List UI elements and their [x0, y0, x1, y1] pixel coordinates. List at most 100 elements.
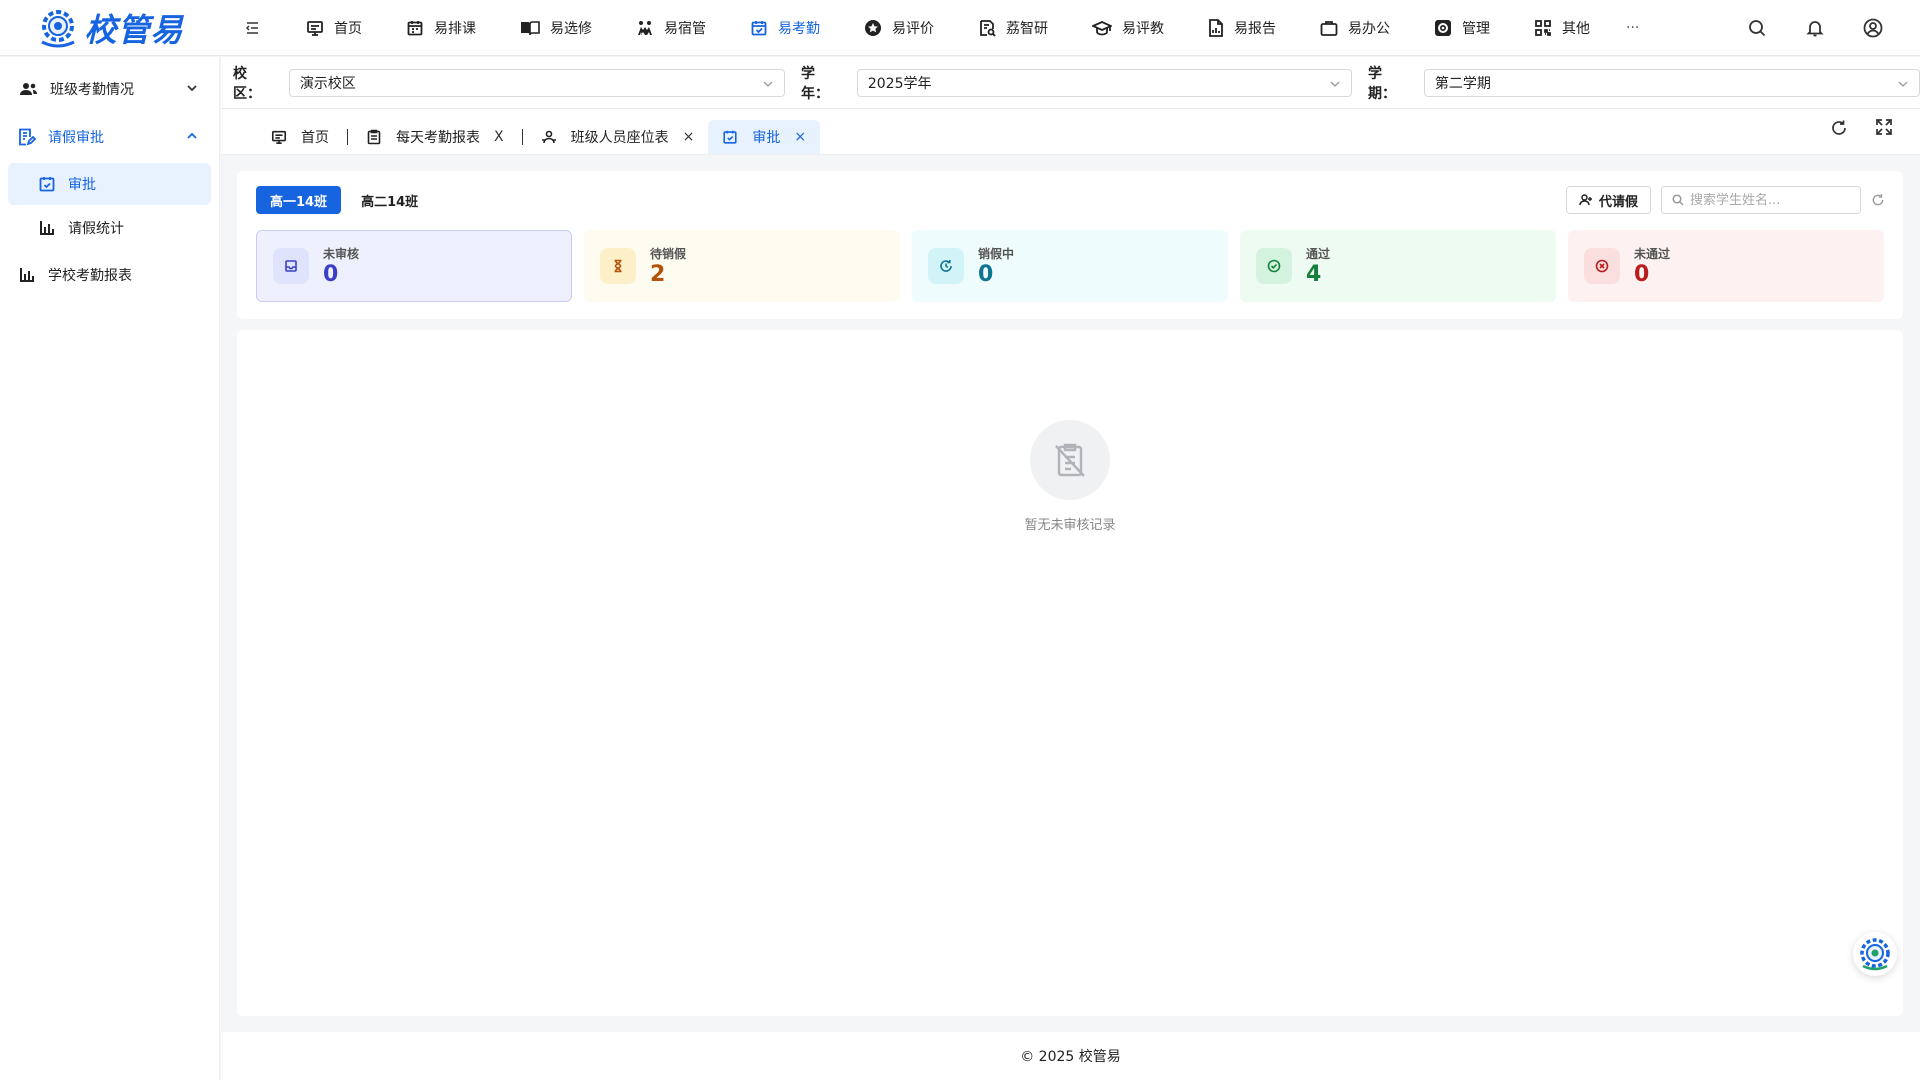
leave-summary-card: 高一14班 高二14班 代请假 未审核 0 待销假	[237, 171, 1903, 319]
bell-icon	[1806, 20, 1824, 36]
research-icon	[980, 19, 996, 37]
refresh-icon[interactable]	[1871, 193, 1885, 207]
stat-card-approved[interactable]: 通过 4	[1240, 230, 1556, 302]
calendar-icon	[407, 20, 423, 35]
year-value: 2025学年	[867, 75, 932, 92]
stat-card-rejected[interactable]: 未通过 0	[1568, 230, 1884, 302]
nav-label: 其他	[1562, 20, 1590, 37]
floating-assistant-button[interactable]	[1853, 932, 1897, 976]
year-label: 学年：	[801, 65, 829, 102]
nav-item-electives[interactable]: 易选修	[498, 0, 614, 56]
nav-item-scheduling[interactable]: 易排课	[384, 0, 498, 56]
nav-item-office[interactable]: 易办公	[1298, 0, 1412, 56]
tab-class-seating-chart[interactable]: 班级人员座位表 ×	[527, 120, 709, 154]
sidebar-item-school-report[interactable]: 学校考勤报表	[0, 251, 219, 299]
sidebar-item-class-attendance[interactable]: 班级考勤情况	[0, 65, 219, 113]
tab-approval[interactable]: 审批 ×	[708, 120, 821, 154]
campus-select[interactable]: 演示校区	[288, 68, 785, 97]
stat-card-returning[interactable]: 销假中 0	[912, 230, 1228, 302]
stat-card-awaiting-return[interactable]: 待销假 2	[584, 230, 900, 302]
class-selector: 高一14班 高二14班	[256, 186, 432, 214]
app-logo[interactable]: 校管易	[0, 0, 220, 56]
document-edit-icon	[19, 128, 36, 146]
nav-item-teaching-eval[interactable]: 易评教	[1070, 0, 1186, 56]
nav-item-dormitory[interactable]: 易宿管	[614, 0, 728, 56]
calendar-check-icon	[751, 20, 767, 35]
chevron-down-icon	[763, 81, 773, 87]
class-tab-2[interactable]: 高二14班	[347, 186, 432, 214]
sidebar-item-leave-stats[interactable]: 请假统计	[8, 207, 211, 249]
nav-item-attendance[interactable]: 易考勤	[728, 0, 842, 56]
collapse-menu-button[interactable]	[234, 10, 270, 46]
campus-value: 演示校区	[299, 75, 356, 92]
check-circle-icon	[1256, 248, 1292, 284]
stat-value: 0	[1634, 261, 1650, 287]
term-label: 学期：	[1368, 65, 1397, 102]
empty-clipboard-icon	[1030, 420, 1110, 500]
nav-item-reports[interactable]: 易报告	[1186, 0, 1298, 56]
close-icon[interactable]: ×	[683, 129, 695, 145]
chevron-down-icon	[1330, 81, 1340, 87]
monitor-icon	[271, 130, 287, 145]
status-stats: 未审核 0 待销假 2 销假中 0 通过 4 未通过 0	[256, 230, 1884, 302]
chevron-down-icon	[1898, 81, 1908, 87]
stat-label: 销假中	[978, 246, 1015, 261]
clipboard-icon	[367, 129, 381, 145]
stat-card-pending-review[interactable]: 未审核 0	[256, 230, 572, 302]
tab-daily-attendance-report[interactable]: 每天考勤报表 X	[352, 120, 518, 154]
calendar-check-icon	[39, 177, 55, 192]
nav-item-admin[interactable]: 管理	[1412, 0, 1512, 56]
sidebar-item-leave-approval[interactable]: 请假审批	[0, 113, 219, 161]
global-search-button[interactable]	[1742, 13, 1772, 43]
close-icon[interactable]: ×	[794, 129, 806, 145]
grid-icon	[1535, 19, 1551, 36]
nav-item-research[interactable]: 荔智研	[956, 0, 1070, 56]
nav-item-home[interactable]: 首页	[284, 0, 384, 56]
report-icon	[1209, 18, 1223, 37]
proxy-leave-button[interactable]: 代请假	[1565, 186, 1651, 214]
user-circle-icon	[1863, 18, 1883, 37]
class-tab-1[interactable]: 高一14班	[256, 186, 342, 214]
stat-label: 未审核	[323, 246, 360, 261]
assistant-gear-icon	[1860, 938, 1890, 971]
search-icon	[1672, 194, 1684, 206]
nav-item-other[interactable]: 其他	[1512, 0, 1612, 56]
nav-item-evaluation[interactable]: 易评价	[842, 0, 956, 56]
page-tabs: 首页 每天考勤报表 X 班级人员座位表 × 审批 ×	[221, 109, 1920, 155]
footer: © 2025 校管易	[221, 1032, 1920, 1080]
term-value: 第二学期	[1434, 75, 1491, 92]
notifications-button[interactable]	[1800, 13, 1830, 43]
tab-label: 首页	[301, 130, 329, 146]
sidebar-item-label: 班级考勤情况	[50, 82, 134, 98]
inbox-icon	[273, 248, 309, 284]
tab-label: 审批	[752, 130, 781, 146]
year-select[interactable]: 2025学年	[856, 68, 1353, 97]
x-circle-icon	[1584, 248, 1620, 284]
tab-home[interactable]: 首页	[257, 120, 343, 154]
nav-label: 荔智研	[1006, 20, 1048, 37]
menu-fold-icon	[245, 21, 258, 34]
nav-label: 易选修	[550, 20, 592, 37]
sidebar-item-approval[interactable]: 审批	[8, 163, 211, 205]
fullscreen-icon[interactable]	[1876, 119, 1892, 135]
user-menu-button[interactable]	[1858, 13, 1888, 43]
student-search	[1661, 186, 1861, 214]
nav-label: 易排课	[434, 20, 476, 37]
nav-label: 易报告	[1234, 20, 1276, 37]
student-search-input[interactable]	[1690, 192, 1850, 208]
close-icon[interactable]: X	[494, 129, 504, 145]
nav-label: 管理	[1462, 20, 1490, 37]
graduation-cap-icon	[1092, 20, 1112, 35]
term-select[interactable]: 第二学期	[1423, 68, 1920, 97]
nav-more-button[interactable]: ···	[1612, 20, 1653, 36]
stat-value: 0	[978, 261, 994, 287]
sidebar-item-label: 审批	[68, 177, 96, 193]
nav-label: 易评价	[892, 20, 934, 37]
nav-label: 易办公	[1348, 20, 1390, 37]
copyright-text: © 2025 校管易	[1020, 1049, 1121, 1065]
refresh-icon[interactable]	[1830, 119, 1848, 137]
seat-users-icon	[541, 130, 556, 144]
empty-state: 暂无未审核记录	[237, 420, 1903, 533]
empty-message: 暂无未审核记录	[1024, 518, 1116, 533]
settings-icon	[1435, 19, 1451, 36]
